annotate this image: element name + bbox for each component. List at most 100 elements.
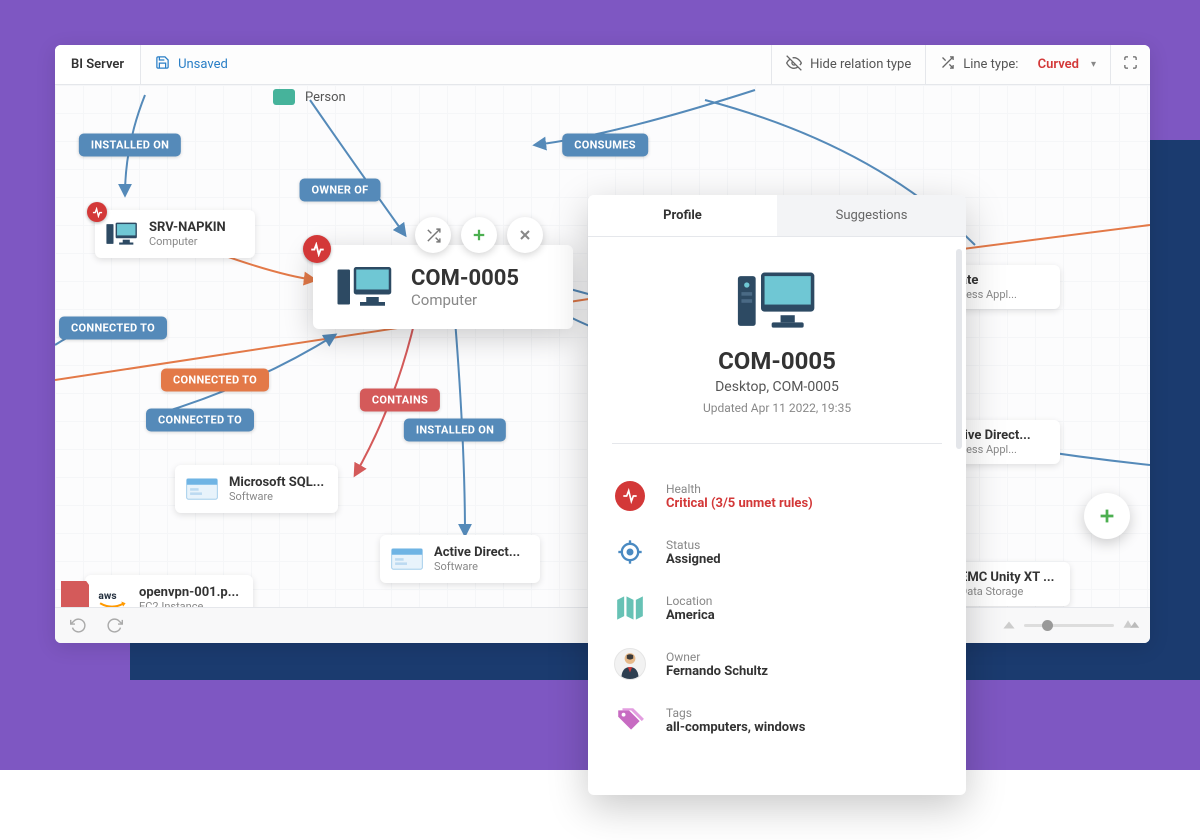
row-label: Status (666, 538, 721, 552)
node-label: Microsoft SQL... (229, 475, 324, 490)
relation-pill-connected-to-1[interactable]: CONNECTED TO (59, 317, 167, 340)
zoom-in-icon (1122, 616, 1140, 635)
save-label: Unsaved (178, 57, 228, 72)
node-label: Active Direct... (434, 545, 520, 560)
svg-text:aws: aws (98, 591, 116, 602)
tab-bi-server[interactable]: BI Server (55, 45, 141, 84)
tab-suggestions[interactable]: Suggestions (777, 195, 966, 236)
row-value: Critical (3/5 unmet rules) (666, 496, 813, 511)
node-label: ate (960, 273, 1017, 288)
node-partial-application-2[interactable]: tive Direct... ness Appl... (950, 420, 1060, 464)
relation-pill-connected-to-2[interactable]: CONNECTED TO (161, 369, 269, 392)
row-status: Status Assigned (612, 524, 942, 580)
node-label: tive Direct... (960, 428, 1031, 443)
add-button[interactable] (461, 217, 497, 253)
row-location: Location America (612, 580, 942, 636)
row-owner: Owner Fernando Schultz (612, 636, 942, 692)
legend-person: Person (273, 89, 346, 105)
person-label: Person (305, 90, 346, 105)
relation-pill-connected-to-3[interactable]: CONNECTED TO (146, 409, 254, 432)
health-icon (612, 478, 648, 514)
relation-pill-contains[interactable]: CONTAINS (360, 389, 440, 412)
node-sublabel: Computer (149, 235, 226, 248)
profile-tabs: Profile Suggestions (588, 195, 966, 237)
save-icon (155, 55, 170, 74)
fullscreen-icon (1123, 55, 1138, 74)
row-value: Assigned (666, 552, 721, 567)
row-label: Location (666, 594, 715, 608)
relation-pill-installed-on-2[interactable]: INSTALLED ON (404, 419, 506, 442)
profile-body: COM-0005 Desktop, COM-0005 Updated Apr 1… (588, 237, 966, 795)
tags-icon (612, 702, 648, 738)
hide-relation-label: Hide relation type (810, 57, 911, 72)
relation-pill-installed-on[interactable]: INSTALLED ON (79, 134, 181, 157)
tab-label: BI Server (71, 57, 124, 72)
person-swatch (273, 89, 295, 105)
row-label: Owner (666, 650, 768, 664)
row-label: Tags (666, 706, 805, 720)
computer-icon (105, 219, 139, 249)
line-type-value: Curved (1038, 57, 1079, 72)
hide-relation-type-button[interactable]: Hide relation type (771, 45, 925, 84)
node-label: COM-0005 (411, 266, 519, 291)
node-mssql[interactable]: Microsoft SQL... Software (175, 465, 338, 513)
node-label: openvpn-001.p... (139, 585, 239, 600)
node-sublabel: Software (229, 490, 324, 503)
avatar-icon (612, 646, 648, 682)
shuffle-button[interactable] (415, 217, 451, 253)
toolbar: BI Server Unsaved Hide relation type Lin… (55, 45, 1150, 85)
node-sublabel: Computer (411, 291, 519, 309)
add-node-fab[interactable] (1084, 493, 1130, 539)
line-type-selector[interactable]: Line type: Curved ▾ (925, 45, 1110, 84)
node-sublabel: EC2 Instance (139, 600, 239, 607)
line-type-label: Line type: (963, 57, 1018, 72)
node-sublabel: ness Appl... (960, 443, 1031, 456)
row-value: America (666, 608, 715, 623)
profile-title: COM-0005 (612, 347, 942, 375)
focus-actions (415, 217, 543, 253)
zoom-control[interactable] (1002, 616, 1140, 635)
relation-pill-consumes[interactable]: CONSUMES (562, 134, 648, 157)
node-partial-application-1[interactable]: ate ness Appl... (950, 265, 1060, 309)
row-label: Health (666, 482, 813, 496)
relation-pill-owner-of[interactable]: OWNER OF (300, 179, 381, 202)
chevron-down-icon: ▾ (1091, 59, 1096, 70)
eye-off-icon (786, 55, 802, 75)
aws-icon: aws (95, 584, 129, 607)
zoom-out-icon (1002, 616, 1016, 635)
row-health: Health Critical (3/5 unmet rules) (612, 468, 942, 524)
computer-icon (335, 263, 395, 311)
node-openvpn[interactable]: aws openvpn-001.p... EC2 Instance (85, 575, 253, 607)
fullscreen-button[interactable] (1110, 45, 1150, 84)
node-focus-com-0005[interactable]: COM-0005 Computer (313, 245, 573, 329)
target-icon (612, 534, 648, 570)
software-icon (185, 474, 219, 504)
save-state[interactable]: Unsaved (141, 45, 242, 84)
profile-panel: Profile Suggestions COM-0005 Desktop, CO… (588, 195, 966, 795)
node-active-directory[interactable]: Active Direct... Software (380, 535, 540, 583)
shuffle-icon (940, 55, 955, 74)
profile-updated: Updated Apr 11 2022, 19:35 (612, 401, 942, 415)
redo-button[interactable] (101, 613, 127, 639)
node-emc-unity[interactable]: EMC Unity XT ... Data Storage (950, 562, 1070, 606)
node-sublabel: Data Storage (960, 585, 1054, 598)
node-sublabel: Software (434, 560, 520, 573)
zoom-thumb[interactable] (1042, 620, 1053, 631)
profile-header: COM-0005 Desktop, COM-0005 Updated Apr 1… (612, 237, 942, 444)
undo-button[interactable] (65, 613, 91, 639)
map-icon (612, 590, 648, 626)
close-button[interactable] (507, 217, 543, 253)
row-value: Fernando Schultz (666, 664, 768, 679)
zoom-slider[interactable] (1024, 624, 1114, 627)
node-srv-napkin[interactable]: SRV-NAPKIN Computer (95, 210, 255, 258)
profile-rows: Health Critical (3/5 unmet rules) Status… (588, 444, 966, 748)
row-value: all-computers, windows (666, 720, 805, 735)
row-tags: Tags all-computers, windows (612, 692, 942, 748)
software-icon (390, 544, 424, 574)
node-sublabel: ness Appl... (960, 288, 1017, 301)
computer-icon (612, 269, 942, 333)
folder-icon (61, 581, 89, 607)
tab-profile[interactable]: Profile (588, 195, 777, 236)
health-badge-icon (303, 235, 331, 263)
profile-subtitle: Desktop, COM-0005 (612, 379, 942, 395)
